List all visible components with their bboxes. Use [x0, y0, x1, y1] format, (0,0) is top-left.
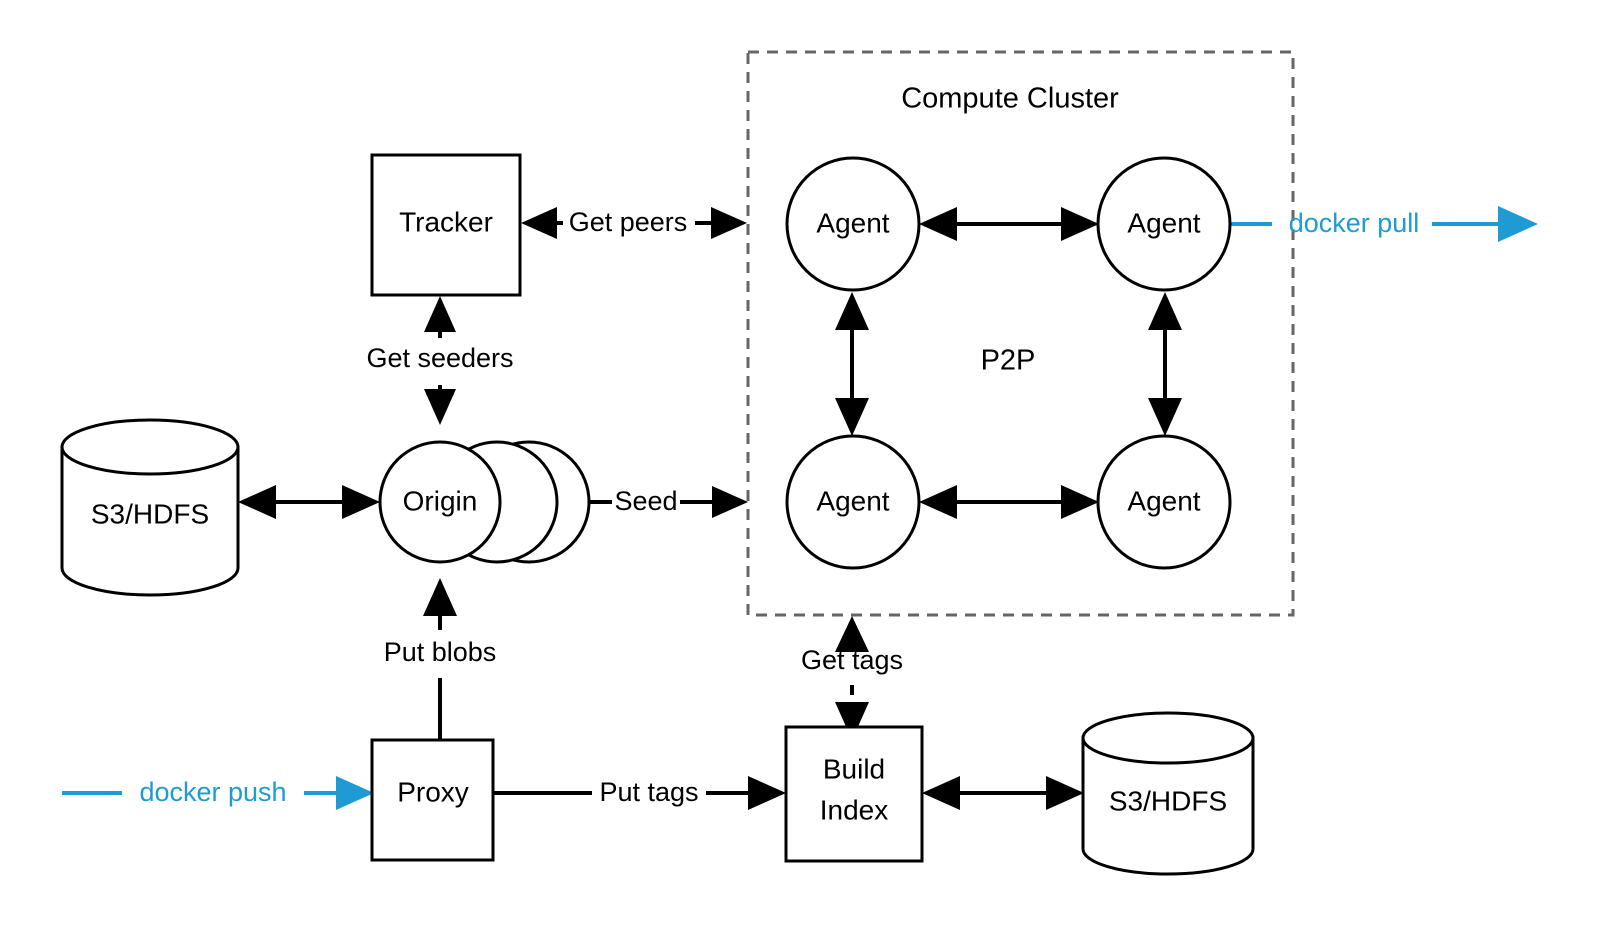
get-peers-arrowhead-right [711, 207, 747, 239]
node-agent-bottom-left[interactable]: Agent [785, 434, 921, 570]
proxy-label: Proxy [397, 776, 469, 807]
architecture-diagram: Compute Cluster P2P Get peers Get seeder… [0, 0, 1600, 941]
edge-get-seeders: Get seeders [366, 296, 514, 425]
node-s3hdfs-right[interactable]: S3/HDFS [1081, 711, 1255, 876]
s3hdfs-left-label: S3/HDFS [91, 498, 209, 529]
edge-put-blobs: Put blobs [384, 578, 497, 740]
get-tags-label: Get tags [801, 645, 903, 675]
p2p-right-arrowhead-up [1148, 292, 1182, 330]
edge-p2p-top [919, 207, 1099, 241]
agent-bl-label: Agent [816, 485, 889, 516]
edge-p2p-left [835, 292, 869, 436]
put-tags-arrowhead [748, 776, 786, 810]
build-index-label-line1: Build [823, 753, 885, 784]
node-s3hdfs-left[interactable]: S3/HDFS [60, 418, 240, 597]
docker-pull-arrowhead [1498, 206, 1538, 242]
build-index-label-line2: Index [820, 794, 889, 825]
node-tracker[interactable]: Tracker [370, 153, 522, 297]
put-blobs-label: Put blobs [384, 637, 497, 667]
get-peers-arrowhead-left [521, 207, 557, 239]
agent-tl-label: Agent [816, 207, 889, 238]
agent-br-label: Agent [1127, 485, 1200, 516]
node-build-index[interactable]: Build Index [784, 725, 924, 863]
edge-get-peers: Get peers [521, 207, 747, 239]
index-storage-arrowhead-right [1046, 776, 1084, 810]
get-seeders-arrowhead-down [424, 389, 456, 425]
edge-docker-push: docker push [62, 776, 374, 810]
get-peers-label: Get peers [569, 207, 688, 237]
docker-push-arrowhead [336, 776, 374, 810]
edge-index-storage [922, 776, 1084, 810]
seed-arrowhead [712, 486, 748, 518]
compute-cluster-label: Compute Cluster [901, 83, 1119, 115]
edge-seed: Seed [589, 486, 748, 518]
node-agent-bottom-right[interactable]: Agent [1096, 434, 1232, 570]
edge-get-tags: Get tags [801, 616, 903, 740]
edge-put-tags: Put tags [493, 776, 786, 810]
p2p-right-arrowhead-down [1148, 398, 1182, 436]
agent-tr-label: Agent [1127, 207, 1200, 238]
p2p-bottom-arrowhead-left [919, 485, 957, 519]
diagram-canvas: Compute Cluster P2P Get peers Get seeder… [60, 50, 1538, 876]
tracker-label: Tracker [399, 206, 493, 237]
p2p-left-arrowhead-down [835, 398, 869, 436]
node-origin[interactable]: Origin [378, 440, 591, 564]
node-agent-top-right[interactable]: Agent [1096, 156, 1232, 292]
put-blobs-arrowhead [423, 578, 457, 616]
node-proxy[interactable]: Proxy [370, 738, 495, 862]
p2p-left-arrowhead-up [835, 292, 869, 330]
s3-origin-arrowhead-left [238, 485, 276, 519]
docker-pull-label: docker pull [1289, 208, 1420, 238]
p2p-bottom-arrowhead-right [1061, 485, 1099, 519]
node-agent-top-left[interactable]: Agent [785, 156, 921, 292]
edge-p2p-bottom [919, 485, 1099, 519]
get-seeders-label: Get seeders [366, 343, 513, 373]
s3-origin-arrowhead-right [342, 485, 380, 519]
p2p-top-arrowhead-left [919, 207, 957, 241]
put-tags-label: Put tags [599, 777, 698, 807]
p2p-top-arrowhead-right [1061, 207, 1099, 241]
index-storage-arrowhead-left [922, 776, 960, 810]
get-seeders-arrowhead-up [424, 296, 456, 332]
seed-label: Seed [614, 486, 677, 516]
edge-p2p-right [1148, 292, 1182, 436]
origin-label: Origin [403, 485, 478, 516]
s3hdfs-right-top [1081, 711, 1255, 765]
s3hdfs-left-top [60, 418, 240, 476]
edge-docker-pull: docker pull [1228, 206, 1538, 242]
edge-s3-origin [238, 485, 380, 519]
p2p-label: P2P [981, 345, 1036, 377]
s3hdfs-right-label: S3/HDFS [1109, 785, 1227, 816]
docker-push-label: docker push [139, 777, 286, 807]
